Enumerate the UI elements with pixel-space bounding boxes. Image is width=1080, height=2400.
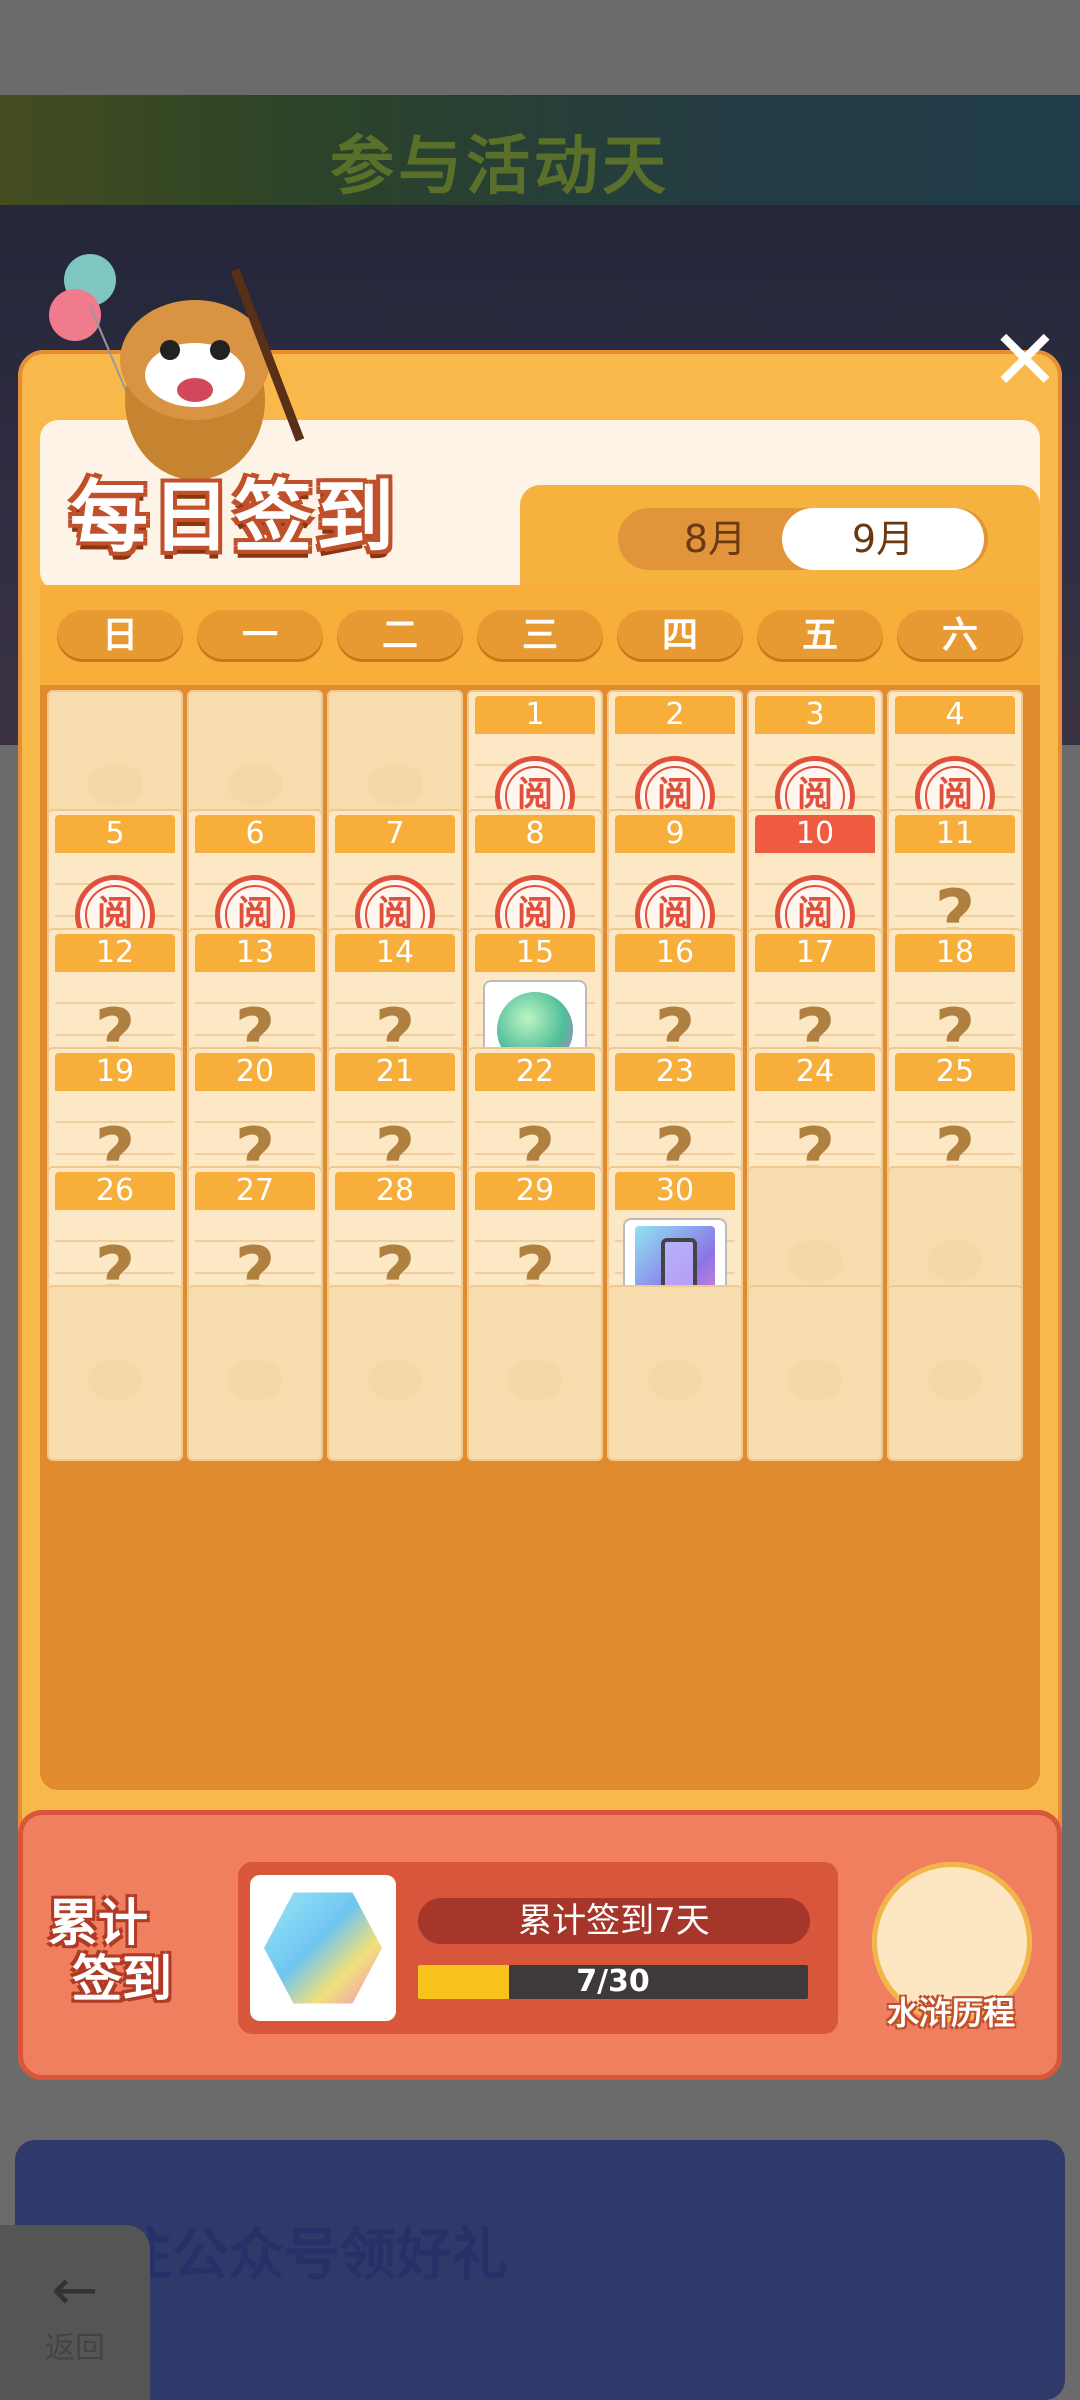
day-number: 14 [335, 934, 455, 972]
raccoon-watermark-icon [647, 1359, 703, 1401]
weekday-label: 日 [57, 610, 183, 662]
raccoon-watermark-icon [927, 1240, 983, 1282]
day-number: 6 [195, 815, 315, 853]
day-number: 18 [895, 934, 1015, 972]
calendar-cell-empty [47, 1285, 183, 1461]
calendar-cell-empty [747, 1285, 883, 1461]
day-number: 2 [615, 696, 735, 734]
background-banner-title: 参与活动天 [330, 130, 670, 204]
cumulative-progress-bar: 7/30 [418, 1965, 808, 1999]
cumulative-title: 累计签到7天 [418, 1898, 810, 1944]
weekday-label: 四 [617, 610, 743, 662]
day-number: 7 [335, 815, 455, 853]
calendar-cell-empty [887, 1285, 1023, 1461]
day-number: 25 [895, 1053, 1015, 1091]
back-label: 返回 [45, 2331, 105, 2366]
raccoon-watermark-icon [927, 1359, 983, 1401]
weekday-label: 五 [757, 610, 883, 662]
cumulative-label-line1: 累计 [48, 1894, 148, 1952]
journey-button[interactable]: 水浒历程 [866, 1862, 1036, 2042]
calendar-cell-empty [467, 1285, 603, 1461]
cumulative-label-line2: 签到 [72, 1950, 172, 2008]
raccoon-watermark-icon [787, 1359, 843, 1401]
weekday-label: 一 [197, 610, 323, 662]
day-number: 26 [55, 1172, 175, 1210]
day-number: 24 [755, 1053, 875, 1091]
day-number: 21 [335, 1053, 455, 1091]
day-number: 13 [195, 934, 315, 972]
calendar-cell-empty [327, 1285, 463, 1461]
calendar-cell-empty [607, 1285, 743, 1461]
day-number: 19 [55, 1053, 175, 1091]
day-number: 28 [335, 1172, 455, 1210]
month-tab-september[interactable]: 9月 [782, 508, 984, 570]
day-number: 12 [55, 934, 175, 972]
cumulative-reward-item[interactable] [250, 1875, 396, 2021]
day-number: 20 [195, 1053, 315, 1091]
back-arrow-icon: ← [51, 2258, 99, 2323]
day-number: 16 [615, 934, 735, 972]
calendar-cell-empty [187, 1285, 323, 1461]
raccoon-watermark-icon [787, 1240, 843, 1282]
raccoon-watermark-icon [367, 764, 423, 806]
month-tab-august[interactable]: 8月 [640, 508, 790, 570]
day-number: 9 [615, 815, 735, 853]
close-icon[interactable]: ✕ [985, 318, 1065, 402]
hexagon-gem-icon [264, 1892, 382, 2004]
day-number: 30 [615, 1172, 735, 1210]
raccoon-watermark-icon [227, 1359, 283, 1401]
day-number: 29 [475, 1172, 595, 1210]
day-number: 17 [755, 934, 875, 972]
day-number: 3 [755, 696, 875, 734]
day-number: 8 [475, 815, 595, 853]
day-number: 4 [895, 696, 1015, 734]
weekday-label: 三 [477, 610, 603, 662]
raccoon-watermark-icon [507, 1359, 563, 1401]
day-number: 11 [895, 815, 1015, 853]
weekday-label: 二 [337, 610, 463, 662]
page-title: 每日签到 [70, 473, 399, 563]
day-number: 5 [55, 815, 175, 853]
raccoon-watermark-icon [87, 1359, 143, 1401]
day-number: 10 [755, 815, 875, 853]
day-number: 22 [475, 1053, 595, 1091]
journey-label: 水浒历程 [886, 1994, 1015, 2032]
raccoon-watermark-icon [227, 764, 283, 806]
day-number: 1 [475, 696, 595, 734]
day-number: 15 [475, 934, 595, 972]
day-number: 23 [615, 1053, 735, 1091]
progress-text: 7/30 [576, 1965, 650, 1999]
day-number: 27 [195, 1172, 315, 1210]
cumulative-label: 累计 签到 [48, 1895, 218, 2007]
raccoon-watermark-icon [87, 764, 143, 806]
back-button[interactable]: ← 返回 [0, 2225, 150, 2400]
weekday-label: 六 [897, 610, 1023, 662]
raccoon-watermark-icon [367, 1359, 423, 1401]
